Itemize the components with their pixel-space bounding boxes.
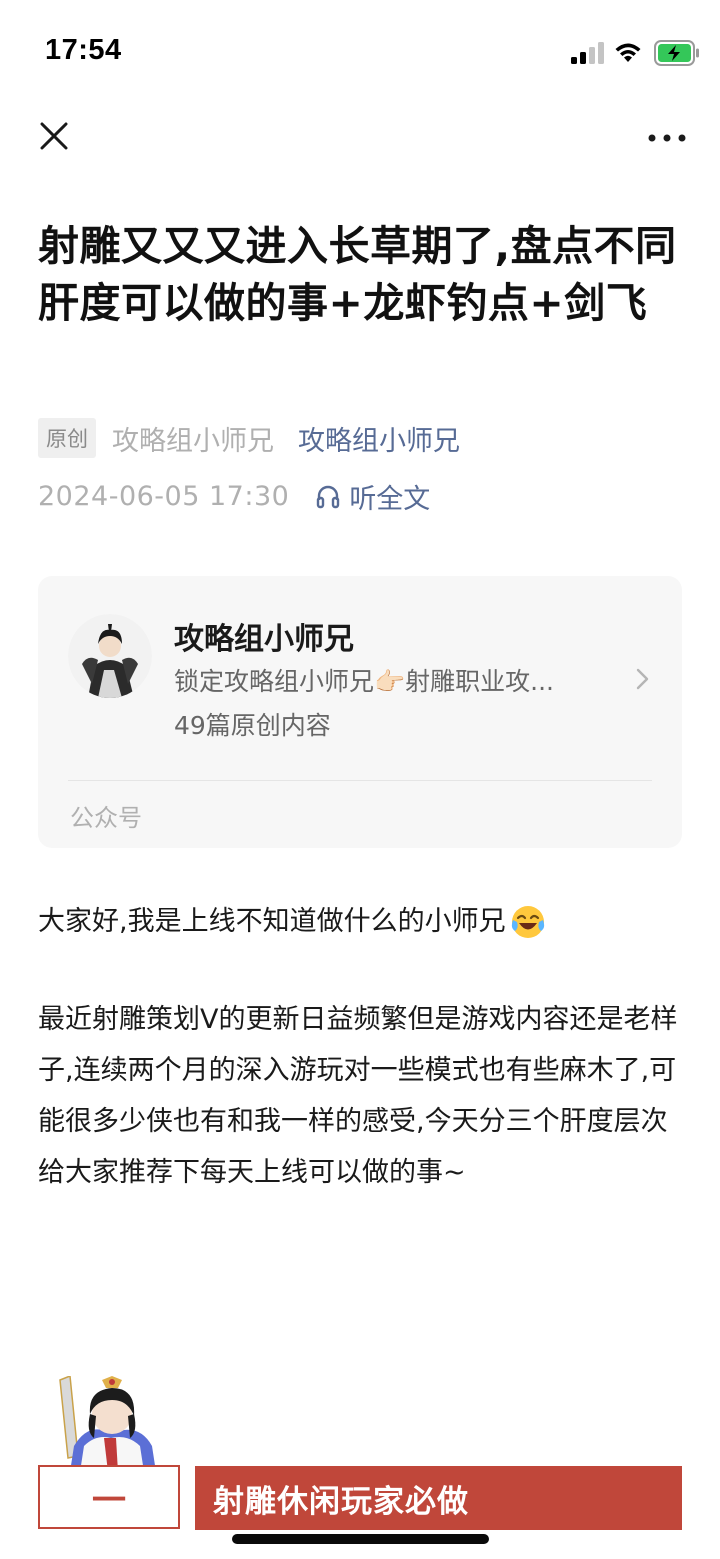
signal-icon: [571, 42, 604, 64]
section-number: 一: [38, 1465, 180, 1529]
author-name: 攻略组小师兄: [112, 425, 274, 457]
avatar: [68, 614, 152, 698]
account-name: 攻略组小师兄: [174, 622, 354, 657]
status-time: 17:54: [45, 34, 122, 66]
article-meta: 原创 攻略组小师兄 攻略组小师兄: [38, 418, 460, 458]
headphones-icon: [317, 485, 340, 509]
section-title: 射雕休闲玩家必做: [195, 1466, 682, 1530]
article-title: 射雕又又又进入长草期了,盘点不同肝度可以做的事+龙虾钓点+剑飞: [38, 222, 677, 327]
account-link[interactable]: 攻略组小师兄: [298, 419, 460, 458]
wifi-icon: [615, 43, 641, 62]
paragraph-main: 最近射雕策划V的更新日益频繁但是游戏内容还是老样子,连续两个月的深入游玩对一些模…: [38, 1004, 678, 1188]
listen-button[interactable]: 听全文: [315, 477, 430, 516]
laughing-crying-emoji: [511, 905, 544, 938]
account-description: 锁定攻略组小师兄👉🏻射雕职业攻...: [174, 667, 554, 696]
home-indicator[interactable]: [232, 1534, 489, 1544]
more-icon[interactable]: [640, 118, 696, 158]
card-divider: [68, 780, 652, 781]
listen-label: 听全文: [349, 483, 431, 515]
battery-charging-icon: [654, 40, 699, 66]
account-card[interactable]: 攻略组小师兄 锁定攻略组小师兄👉🏻射雕职业攻... 49篇原创内容 公众号: [38, 576, 682, 848]
paragraph-intro-text: 大家好,我是上线不知道做什么的小师兄: [38, 906, 506, 937]
account-type: 公众号: [70, 804, 142, 832]
paragraph-intro: 大家好,我是上线不知道做什么的小师兄: [38, 896, 686, 947]
close-icon[interactable]: [30, 114, 78, 162]
chevron-right-icon: [636, 668, 649, 690]
publish-date: 2024-06-05 17:30: [38, 480, 290, 512]
date-row: 2024-06-05 17:30 听全文: [38, 476, 430, 516]
status-bar: 17:54: [0, 0, 720, 100]
account-article-count: 49篇原创内容: [174, 711, 331, 740]
original-tag: 原创: [38, 418, 96, 458]
mascot-illustration: [59, 1376, 156, 1472]
